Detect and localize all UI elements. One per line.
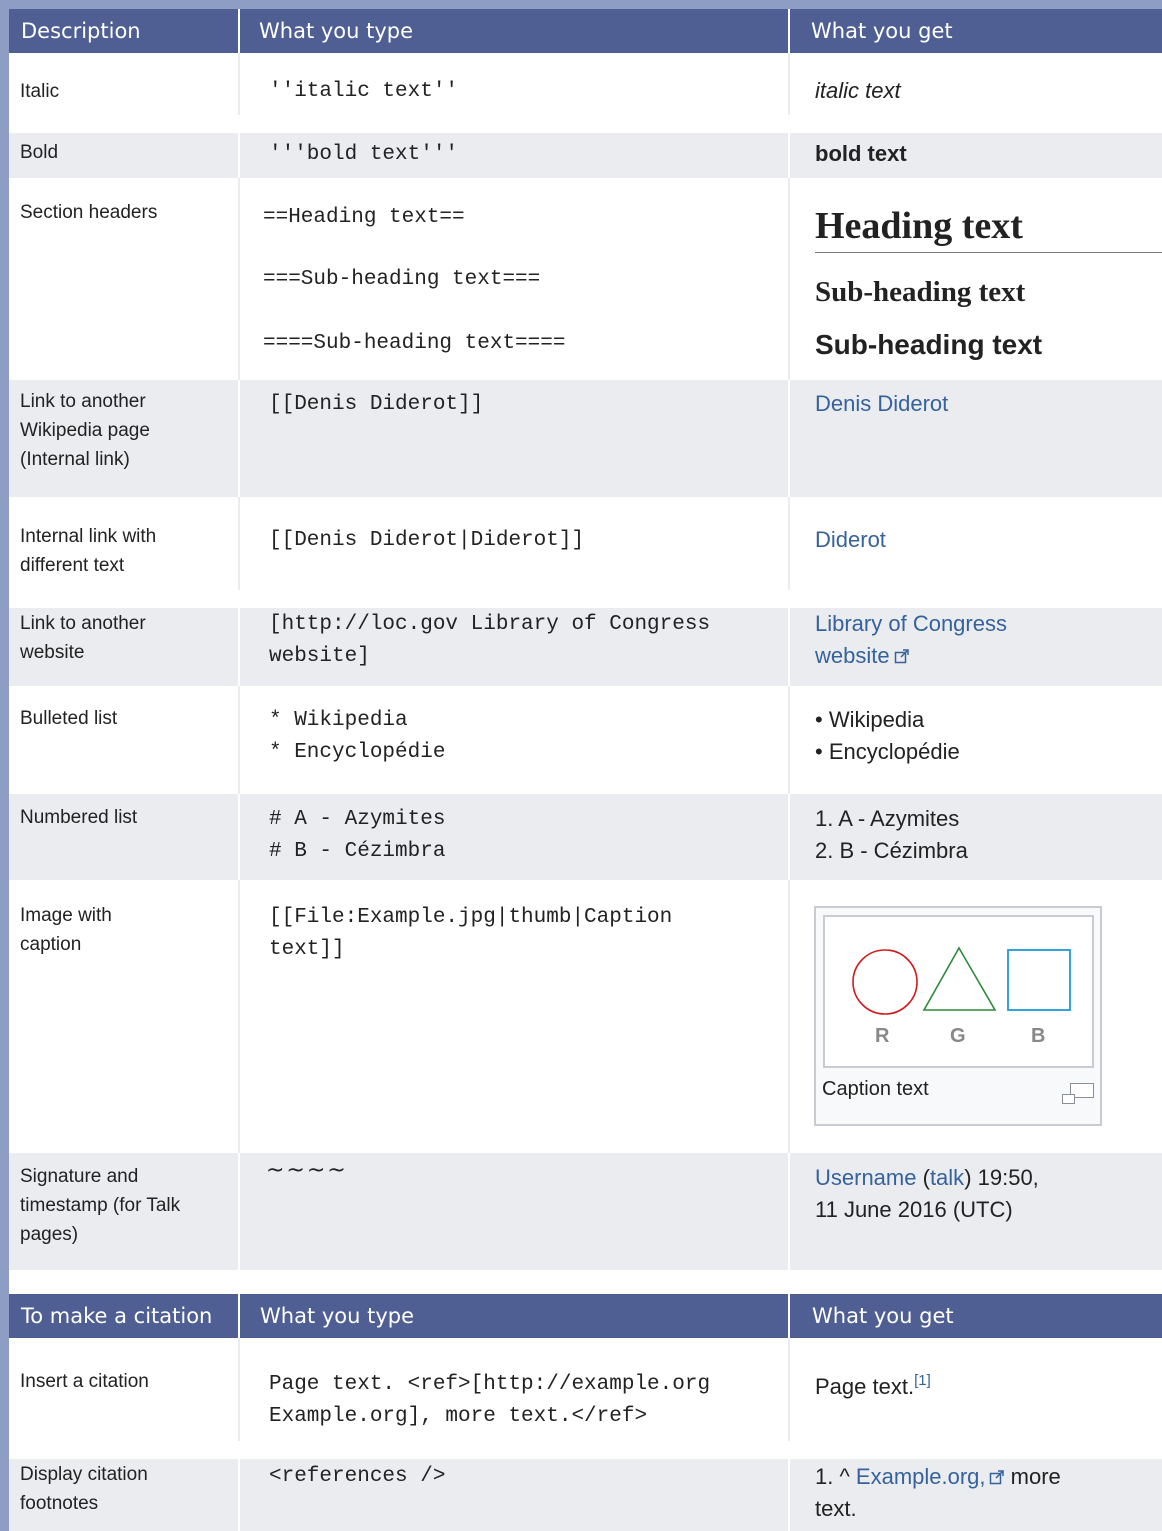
row-description: Numbered list xyxy=(20,807,138,828)
row-description: Bold xyxy=(20,142,59,163)
table-row-numbered-list: Numbered list # A - Azymites # B - Cézim… xyxy=(9,794,1162,880)
rendered-bold: bold text xyxy=(815,141,907,166)
rendered-footnotes: 1. ^ Example.org, more text. xyxy=(815,1464,1061,1521)
header-what-you-type: What you type xyxy=(240,1294,788,1338)
citation-table-header: To make a citation What you type What yo… xyxy=(9,1294,1162,1338)
label-b: B xyxy=(1031,1025,1046,1047)
wikitext-code: [[Denis Diderot]] xyxy=(269,393,484,416)
table-row-signature: Signature and timestamp (for Talk pages)… xyxy=(9,1153,1162,1270)
list-item: 1. A - Azymites xyxy=(815,806,960,831)
heading-underline xyxy=(815,252,1162,253)
wikitext-code: # A - Azymites # B - Cézimbra xyxy=(269,808,446,863)
wikitext-code: * Wikipedia * Encyclopédie xyxy=(269,709,446,764)
thumbnail-frame: R G B Caption text xyxy=(814,906,1102,1126)
table-row-bulleted-list: Bulleted list * Wikipedia * Encyclopédie… xyxy=(9,686,1162,794)
external-link-icon xyxy=(894,649,909,664)
table-row-insert-citation: Insert a citation Page text. <ref>[http:… xyxy=(9,1338,1162,1441)
table-row-image: Image with caption [[File:Example.jpg|th… xyxy=(9,880,1162,1153)
wikitext-code: Page text. <ref>[http://example.org Exam… xyxy=(269,1373,711,1428)
rendered-heading: Heading text xyxy=(815,205,1023,247)
wikitext-code: '''bold text''' xyxy=(269,143,459,166)
footnote-link[interactable]: Example.org, xyxy=(856,1464,986,1489)
thumbnail-caption: Caption text xyxy=(822,1078,929,1100)
table-row-display-footnotes: Display citation footnotes <references /… xyxy=(9,1459,1162,1531)
username-link[interactable]: Username xyxy=(815,1165,916,1190)
green-triangle xyxy=(922,946,997,1011)
table-row-section-headers: Section headers ==Heading text== ===Sub-… xyxy=(9,178,1162,380)
thumbnail-image[interactable]: R G B xyxy=(823,915,1094,1068)
wikitext-code: [[File:Example.jpg|thumb|Caption text]] xyxy=(269,906,673,961)
row-description: Bulleted list xyxy=(20,708,118,729)
wikitext-code: ====Sub-heading text==== xyxy=(263,332,566,355)
link-denis-diderot[interactable]: Denis Diderot xyxy=(815,388,948,420)
link-diderot[interactable]: Diderot xyxy=(815,524,886,556)
table-row-bold: Bold '''bold text''' bold text xyxy=(9,133,1162,178)
rendered-signature: Username (talk) 19:50, 11 June 2016 (UTC… xyxy=(815,1165,1039,1222)
external-link-icon xyxy=(989,1470,1004,1485)
footnote-marker[interactable]: [1] xyxy=(914,1372,931,1389)
wikitext-code: <references /> xyxy=(269,1465,446,1488)
table-row-internal-link: Link to another Wikipedia page (Internal… xyxy=(9,380,1162,497)
enlarge-icon[interactable] xyxy=(1061,1082,1095,1106)
rendered-italic: italic text xyxy=(815,78,901,103)
header-what-you-type: What you type xyxy=(240,9,788,53)
table-row-external-link: Link to another website [http://loc.gov … xyxy=(9,608,1162,686)
rendered-subheading: Sub-heading text xyxy=(815,276,1026,308)
row-description: Link to another Wikipedia page (Internal… xyxy=(20,391,150,470)
row-description: Display citation footnotes xyxy=(20,1464,148,1514)
rendered-citation: Page text.[1] xyxy=(815,1372,931,1399)
wikitext-tildes: ~~~~ xyxy=(266,1158,348,1183)
rendered-numbered-list: 1. A - Azymites 2. B - Cézimbra xyxy=(815,803,968,867)
table-row-italic: Italic ''italic text'' italic text xyxy=(9,53,1162,115)
row-description: Internal link with different text xyxy=(20,526,157,576)
label-r: R xyxy=(875,1025,890,1047)
wikitext-code: [[Denis Diderot|Diderot]] xyxy=(269,529,585,552)
wikitext-code: [http://loc.gov Library of Congress webs… xyxy=(269,613,711,668)
wikitext-code: ''italic text'' xyxy=(269,80,459,103)
external-link-loc[interactable]: Library of Congress website xyxy=(815,608,1007,672)
row-description: Signature and timestamp (for Talk pages) xyxy=(20,1166,181,1245)
list-item: • Encyclopédie xyxy=(815,739,960,764)
row-description: Link to another website xyxy=(20,613,146,663)
label-g: G xyxy=(950,1025,966,1047)
red-circle xyxy=(852,949,918,1015)
cheatsheet: Description What you type What you get I… xyxy=(9,9,1162,1531)
wikitext-code: ==Heading text== xyxy=(263,206,465,229)
header-what-you-get: What you get xyxy=(790,9,1162,53)
blue-square xyxy=(1007,949,1071,1011)
row-description: Italic xyxy=(20,81,60,102)
header-citation: To make a citation xyxy=(9,1294,238,1338)
talk-link[interactable]: talk xyxy=(930,1165,964,1190)
list-item: • Wikipedia xyxy=(815,707,925,732)
row-description: Insert a citation xyxy=(20,1371,149,1392)
row-description: Image with caption xyxy=(20,905,112,955)
row-description: Section headers xyxy=(20,202,158,223)
header-description: Description xyxy=(9,9,238,53)
wikitext-code: ===Sub-heading text=== xyxy=(263,268,541,291)
rendered-subheading-level4: Sub-heading text xyxy=(815,329,1043,360)
table-header: Description What you type What you get xyxy=(9,9,1162,53)
list-item: 2. B - Cézimbra xyxy=(815,838,968,863)
header-what-you-get: What you get xyxy=(790,1294,1162,1338)
rendered-bulleted-list: • Wikipedia • Encyclopédie xyxy=(815,704,960,768)
table-row-piped-link: Internal link with different text [[Deni… xyxy=(9,497,1162,590)
